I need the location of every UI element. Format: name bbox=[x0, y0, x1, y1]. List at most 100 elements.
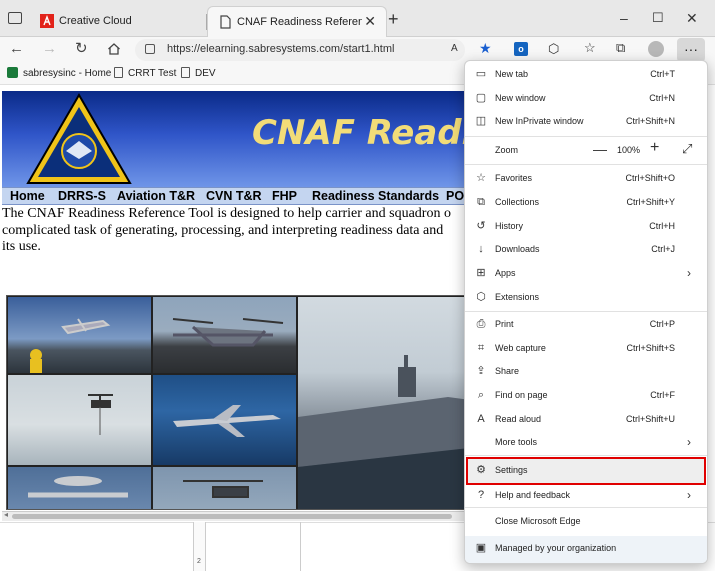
home-icon[interactable] bbox=[107, 42, 121, 56]
menu-item-label: Share bbox=[495, 366, 520, 376]
favorite-sabresysinc[interactable]: sabresysinc - Home bbox=[7, 67, 111, 79]
zoom-control: Zoom — 100% + ⤢ bbox=[465, 137, 707, 163]
address-bar[interactable]: https://elearning.sabresystems.com/start… bbox=[135, 39, 465, 61]
tab-actions-icon[interactable] bbox=[8, 12, 22, 24]
menu-item-collections[interactable]: ⧉ Collections Ctrl+Shift+Y bbox=[465, 192, 707, 214]
menu-item-label: Apps bbox=[495, 268, 516, 278]
menu-separator bbox=[465, 311, 707, 312]
menu-item-label: Print bbox=[495, 319, 514, 329]
collections-icon: ⧉ bbox=[477, 196, 485, 208]
menu-item-label: History bbox=[495, 221, 524, 231]
menu-item-web-capture[interactable]: ⌗ Web capture Ctrl+Shift+S bbox=[465, 338, 707, 360]
menu-item-label: Favorites bbox=[495, 173, 533, 183]
close-tab-icon[interactable]: ✕ bbox=[364, 13, 376, 30]
menu-separator bbox=[465, 164, 707, 165]
zoom-value: 100% bbox=[617, 145, 641, 155]
favorite-star-icon[interactable]: ★ bbox=[479, 40, 492, 57]
page-icon bbox=[114, 67, 123, 78]
settings-and-more-button[interactable]: ··· bbox=[677, 38, 705, 62]
collections-icon[interactable]: ⧉ bbox=[616, 40, 625, 56]
tab-cnaf-readiness[interactable]: CNAF Readiness Reference Tool ✕ bbox=[207, 6, 387, 37]
print-icon: ⎙ bbox=[476, 318, 486, 330]
adobe-icon bbox=[40, 14, 54, 28]
menu-item-label: Downloads bbox=[495, 244, 540, 254]
menu-item-shortcut: Ctrl+N bbox=[649, 93, 675, 103]
nav-po[interactable]: PO bbox=[446, 189, 464, 203]
menu-item-favorites[interactable]: ☆ Favorites Ctrl+Shift+O bbox=[465, 168, 707, 190]
share-icon: ⇪ bbox=[476, 365, 486, 377]
page-icon bbox=[220, 15, 231, 29]
menu-item-read-aloud[interactable]: A Read aloud Ctrl+Shift+U bbox=[465, 409, 707, 431]
close-window-button[interactable]: ✕ bbox=[686, 11, 698, 25]
tab-creative-cloud[interactable]: Creative Cloud bbox=[30, 6, 205, 37]
extensions-icon[interactable]: ⬡ bbox=[548, 41, 559, 57]
menu-item-downloads[interactable]: ↓ Downloads Ctrl+J bbox=[465, 239, 707, 261]
photo-osprey bbox=[152, 296, 297, 374]
photo-p8-poseidon bbox=[152, 374, 297, 466]
profile-avatar[interactable] bbox=[648, 41, 664, 57]
lock-icon[interactable] bbox=[145, 44, 155, 54]
minimize-button[interactable]: – bbox=[620, 11, 628, 25]
inprivate-icon: ◫ bbox=[475, 115, 487, 127]
menu-item-find-on-page[interactable]: ⌕ Find on page Ctrl+F bbox=[465, 385, 707, 407]
menu-item-shortcut: Ctrl+J bbox=[651, 244, 675, 254]
menu-item-label: New InPrivate window bbox=[495, 116, 584, 126]
horizontal-scrollbar[interactable]: ◂ bbox=[2, 510, 465, 521]
zoom-out-button[interactable]: — bbox=[593, 141, 607, 157]
read-aloud-icon: A bbox=[477, 413, 485, 425]
favorites-icon: ☆ bbox=[476, 172, 486, 184]
scroll-left-arrow-icon[interactable]: ◂ bbox=[4, 510, 8, 519]
menu-item-shortcut: Ctrl+F bbox=[650, 390, 675, 400]
read-aloud-icon[interactable]: A bbox=[451, 43, 458, 54]
maximize-button[interactable]: ☐ bbox=[652, 11, 664, 25]
menu-item-apps[interactable]: ⊞ Apps › bbox=[465, 263, 707, 285]
menu-item-label: Web capture bbox=[495, 343, 546, 353]
menu-item-help-and-feedback[interactable]: ? Help and feedback › bbox=[465, 485, 707, 507]
naval-air-forces-emblem bbox=[26, 93, 132, 184]
nav-aviation-tr[interactable]: Aviation T&R bbox=[117, 189, 195, 203]
nav-drrs-s[interactable]: DRRS-S bbox=[58, 189, 106, 203]
nav-home[interactable]: Home bbox=[10, 189, 45, 203]
favorites-list-icon[interactable]: ☆ bbox=[584, 40, 596, 56]
menu-item-new-window[interactable]: ▢ New window Ctrl+N bbox=[465, 88, 707, 110]
help-icon: ? bbox=[477, 489, 485, 501]
photo-helicopter-sea bbox=[7, 374, 152, 466]
photo-e2-hawkeye bbox=[7, 466, 152, 509]
outlook-extension-icon[interactable]: o bbox=[514, 42, 528, 56]
menu-item-close-edge[interactable]: Close Microsoft Edge bbox=[465, 511, 707, 533]
favorite-crrt-test[interactable]: CRRT Test bbox=[114, 67, 176, 79]
ruler-number: 2 bbox=[197, 558, 201, 565]
scrollbar-thumb[interactable] bbox=[12, 514, 452, 519]
back-arrow-icon[interactable]: ← bbox=[9, 41, 24, 57]
managed-by-org-banner[interactable]: ▣ Managed by your organization bbox=[465, 536, 707, 563]
zoom-in-button[interactable]: + bbox=[650, 139, 659, 157]
menu-item-label: Settings bbox=[495, 465, 528, 475]
menu-separator bbox=[465, 455, 707, 456]
favorite-dev[interactable]: DEV bbox=[181, 67, 216, 79]
menu-item-shortcut: Ctrl+T bbox=[650, 69, 675, 79]
address-url[interactable]: https://elearning.sabresystems.com/start… bbox=[167, 43, 394, 55]
history-icon: ↺ bbox=[476, 220, 486, 232]
menu-item-more-tools[interactable]: More tools › bbox=[465, 432, 707, 454]
menu-item-print[interactable]: ⎙ Print Ctrl+P bbox=[465, 314, 707, 336]
fullscreen-icon[interactable]: ⤢ bbox=[682, 141, 692, 157]
menu-item-extensions[interactable]: ⬡ Extensions bbox=[465, 287, 707, 309]
menu-item-history[interactable]: ↺ History Ctrl+H bbox=[465, 216, 707, 238]
new-tab-icon: ▭ bbox=[475, 68, 487, 80]
new-tab-button[interactable]: + bbox=[388, 10, 399, 28]
tab-strip: Creative Cloud CNAF Readiness Reference … bbox=[0, 0, 715, 37]
menu-item-new-tab[interactable]: ▭ New tab Ctrl+T bbox=[465, 64, 707, 86]
menu-separator bbox=[465, 507, 707, 508]
refresh-icon[interactable]: ↻ bbox=[75, 41, 88, 57]
forward-arrow-icon[interactable]: → bbox=[42, 41, 57, 57]
nav-fhp[interactable]: FHP bbox=[272, 189, 297, 203]
nav-cvn-tr[interactable]: CVN T&R bbox=[206, 189, 262, 203]
menu-item-label: Extensions bbox=[495, 292, 540, 302]
menu-item-new-inprivate-window[interactable]: ◫ New InPrivate window Ctrl+Shift+N bbox=[465, 111, 707, 133]
menu-item-settings[interactable]: ⚙ Settings bbox=[465, 460, 707, 482]
nav-readiness-standards[interactable]: Readiness Standards bbox=[312, 189, 439, 203]
menu-item-share[interactable]: ⇪ Share bbox=[465, 361, 707, 383]
managed-label: Managed by your organization bbox=[495, 543, 617, 553]
apps-icon: ⊞ bbox=[476, 267, 486, 279]
chevron-right-icon: › bbox=[687, 488, 691, 502]
